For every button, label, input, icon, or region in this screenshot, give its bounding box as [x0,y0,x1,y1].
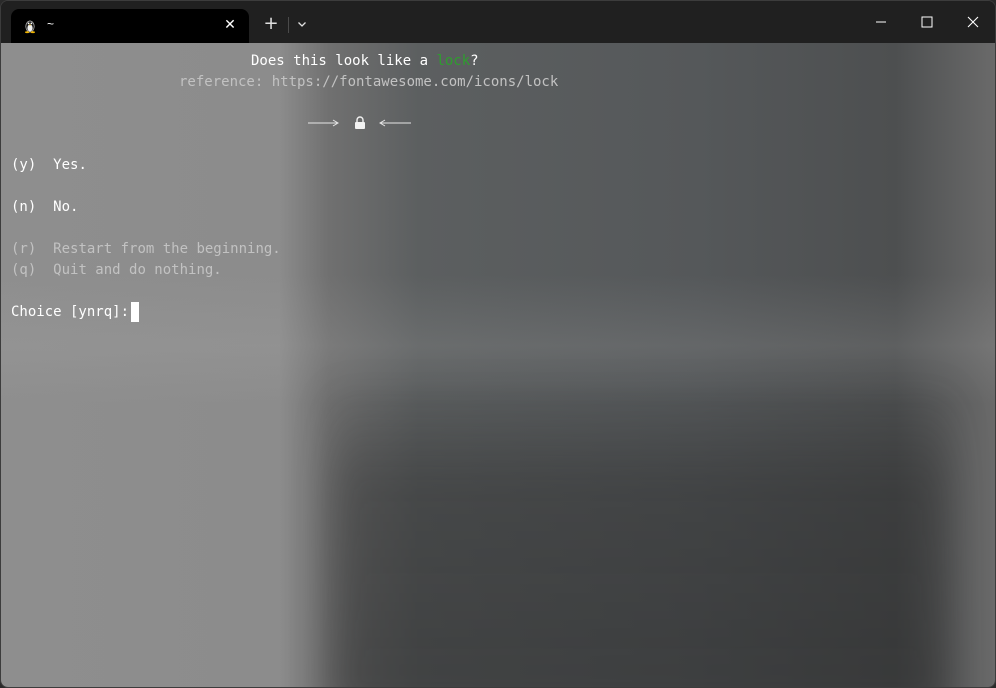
window-close-button[interactable] [953,9,993,35]
question-suffix: ? [470,53,479,69]
minimize-button[interactable] [861,9,901,35]
icon-preview [308,116,411,129]
option-restart: (r) Restart from the beginning. [11,240,281,258]
question-prefix: Does this look like a [251,53,437,69]
chevron-down-icon[interactable] [293,15,311,33]
reference-line: reference: https://fontawesome.com/icons… [179,74,559,90]
title-bar: ~ ✕ + [1,1,995,43]
question-keyword: lock [436,53,471,69]
lock-icon [355,116,365,129]
option-yes: (y) Yes. [11,156,87,174]
right-arrow-icon [308,119,339,127]
linux-penguin-icon [25,20,35,34]
option-label: Quit and do nothing. [53,262,222,278]
option-label: No. [53,199,79,215]
new-tab-button[interactable]: + [261,14,281,34]
terminal-output[interactable]: Does this look like a lock? reference: h… [1,43,995,687]
option-key: (r) [11,241,37,257]
choice-prompt: Choice [ynrq]: [11,304,138,320]
option-no: (n) No. [11,198,78,216]
option-key: (y) [11,157,37,173]
option-label: Yes. [53,157,87,173]
question-line: Does this look like a lock? [251,52,479,70]
tab-divider [288,17,289,33]
option-label: Restart from the beginning. [53,241,281,257]
option-quit: (q) Quit and do nothing. [11,261,222,279]
option-key: (n) [11,199,37,215]
tab-title: ~ [47,17,55,31]
tab-close-button[interactable]: ✕ [221,16,239,34]
terminal-window: ~ ✕ + Does this look like a lock? refere… [0,0,996,688]
option-key: (q) [11,262,37,278]
maximize-button[interactable] [907,9,947,35]
tab-home[interactable]: ~ ✕ [11,9,249,43]
text-cursor[interactable] [131,302,139,322]
left-arrow-icon [379,119,411,127]
background-blur [331,383,951,687]
